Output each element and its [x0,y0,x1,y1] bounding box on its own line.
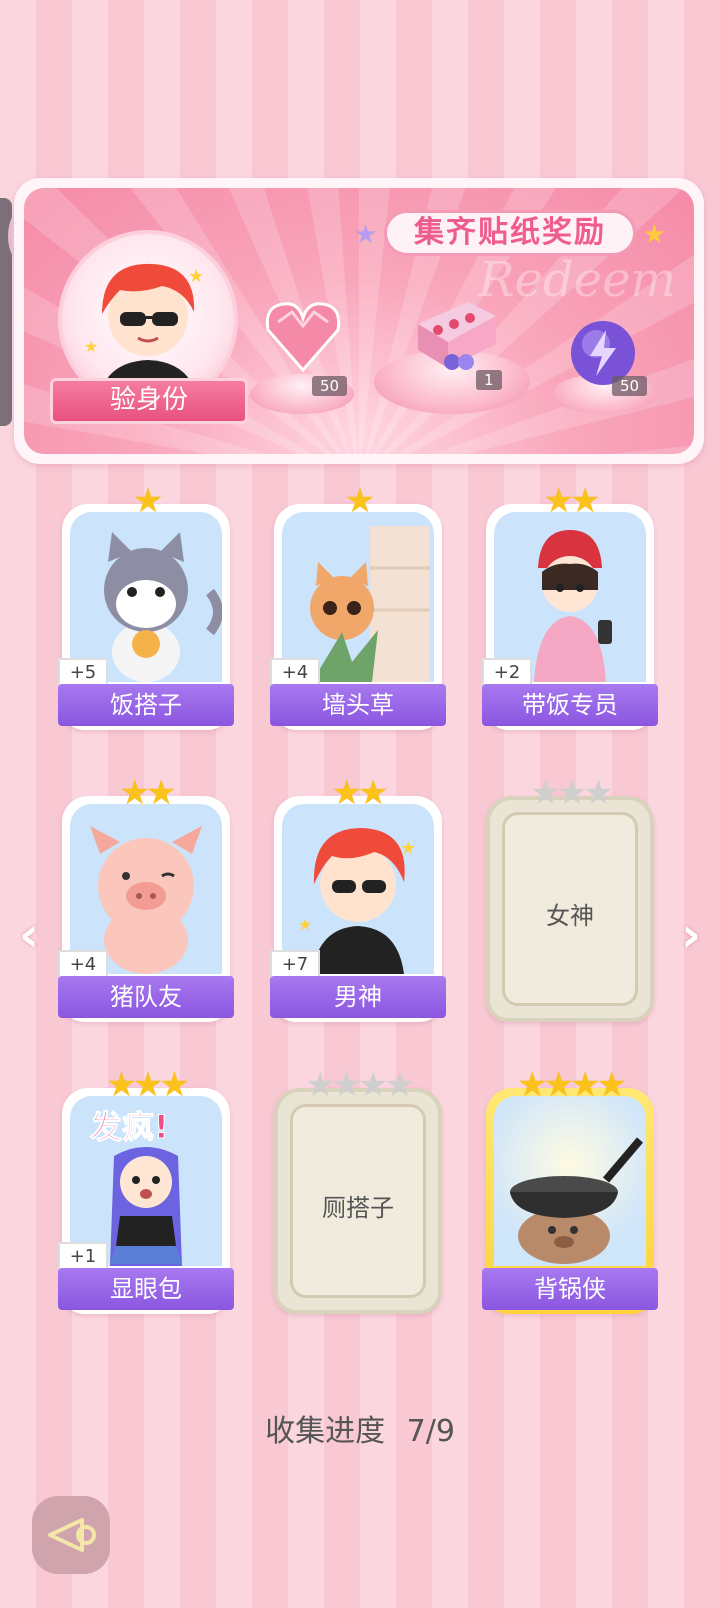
card-label: 带饭专员 [482,684,658,726]
side-drawer-tab[interactable] [0,198,44,426]
star-rating: ★★ [543,481,601,521]
star-rating: ★ [344,481,376,521]
reward-count: 50 [612,376,648,396]
crazy-text: 发疯! [90,1108,169,1146]
reward-count: 50 [312,376,348,396]
card-label: 女神 [546,902,594,930]
card-label: 猪队友 [58,976,234,1018]
star-rating: ★★ [119,773,177,813]
sticker-card[interactable]: +5 饭搭子 ★ [58,484,234,730]
svg-text:★: ★ [188,266,204,287]
prev-page-arrow[interactable]: ‹ [14,910,44,960]
star-rating: ★★★ [106,1065,189,1105]
card-label: 显眼包 [58,1268,234,1310]
sticker-card-locked[interactable]: 厕搭子 ★★★★ [274,1068,442,1314]
back-arrow-icon [48,1518,96,1552]
sticker-card[interactable]: +2 带饭专员 ★★ [482,484,658,730]
star-rating: ★★ [331,773,389,813]
collection-progress: 收集进度 7/9 [0,1406,720,1450]
sticker-card-locked[interactable]: 女神 ★★★ [486,776,654,1022]
sticker-card[interactable]: 背锅侠 ★★★★ [482,1068,658,1314]
star-icon: ★ [642,220,666,250]
reward-banner: Redeem ★ 集齐贴纸奖励 ★ ★ ★ 验身份 50 1 50 [14,178,704,464]
star-icon: ★ [354,220,378,250]
star-rating: ★★★ [530,773,613,813]
sticker-card[interactable]: ★ ★ +7 男神 ★★ [270,776,446,1022]
gift-box-icon[interactable] [408,294,500,378]
progress-label: 收集进度 [265,1414,386,1449]
sticker-card[interactable]: +4 猪队友 ★★ [58,776,234,1022]
back-button[interactable] [32,1496,110,1574]
card-label: 墙头草 [270,684,446,726]
star-rating: ★★★★ [305,1065,415,1105]
svg-text:★: ★ [298,915,312,934]
verify-identity-button[interactable]: 验身份 [50,378,248,424]
star-rating: ★★★★ [517,1065,627,1105]
card-label: 男神 [270,976,446,1018]
next-page-arrow[interactable]: › [676,910,706,960]
star-rating: ★ [132,481,164,521]
card-label: 饭搭子 [58,684,234,726]
svg-text:★: ★ [84,337,98,356]
sticker-card[interactable]: 发疯! +1 显眼包 ★★★ [58,1068,234,1314]
card-label: 背锅侠 [482,1268,658,1310]
reward-count: 1 [476,370,502,390]
sticker-card[interactable]: +4 墙头草 ★ [270,484,446,730]
heart-gem-icon[interactable] [264,300,342,376]
card-label: 厕搭子 [322,1194,394,1222]
banner-title: 集齐贴纸奖励 [384,210,636,256]
progress-value: 7/9 [406,1414,455,1449]
svg-text:★: ★ [400,838,416,859]
